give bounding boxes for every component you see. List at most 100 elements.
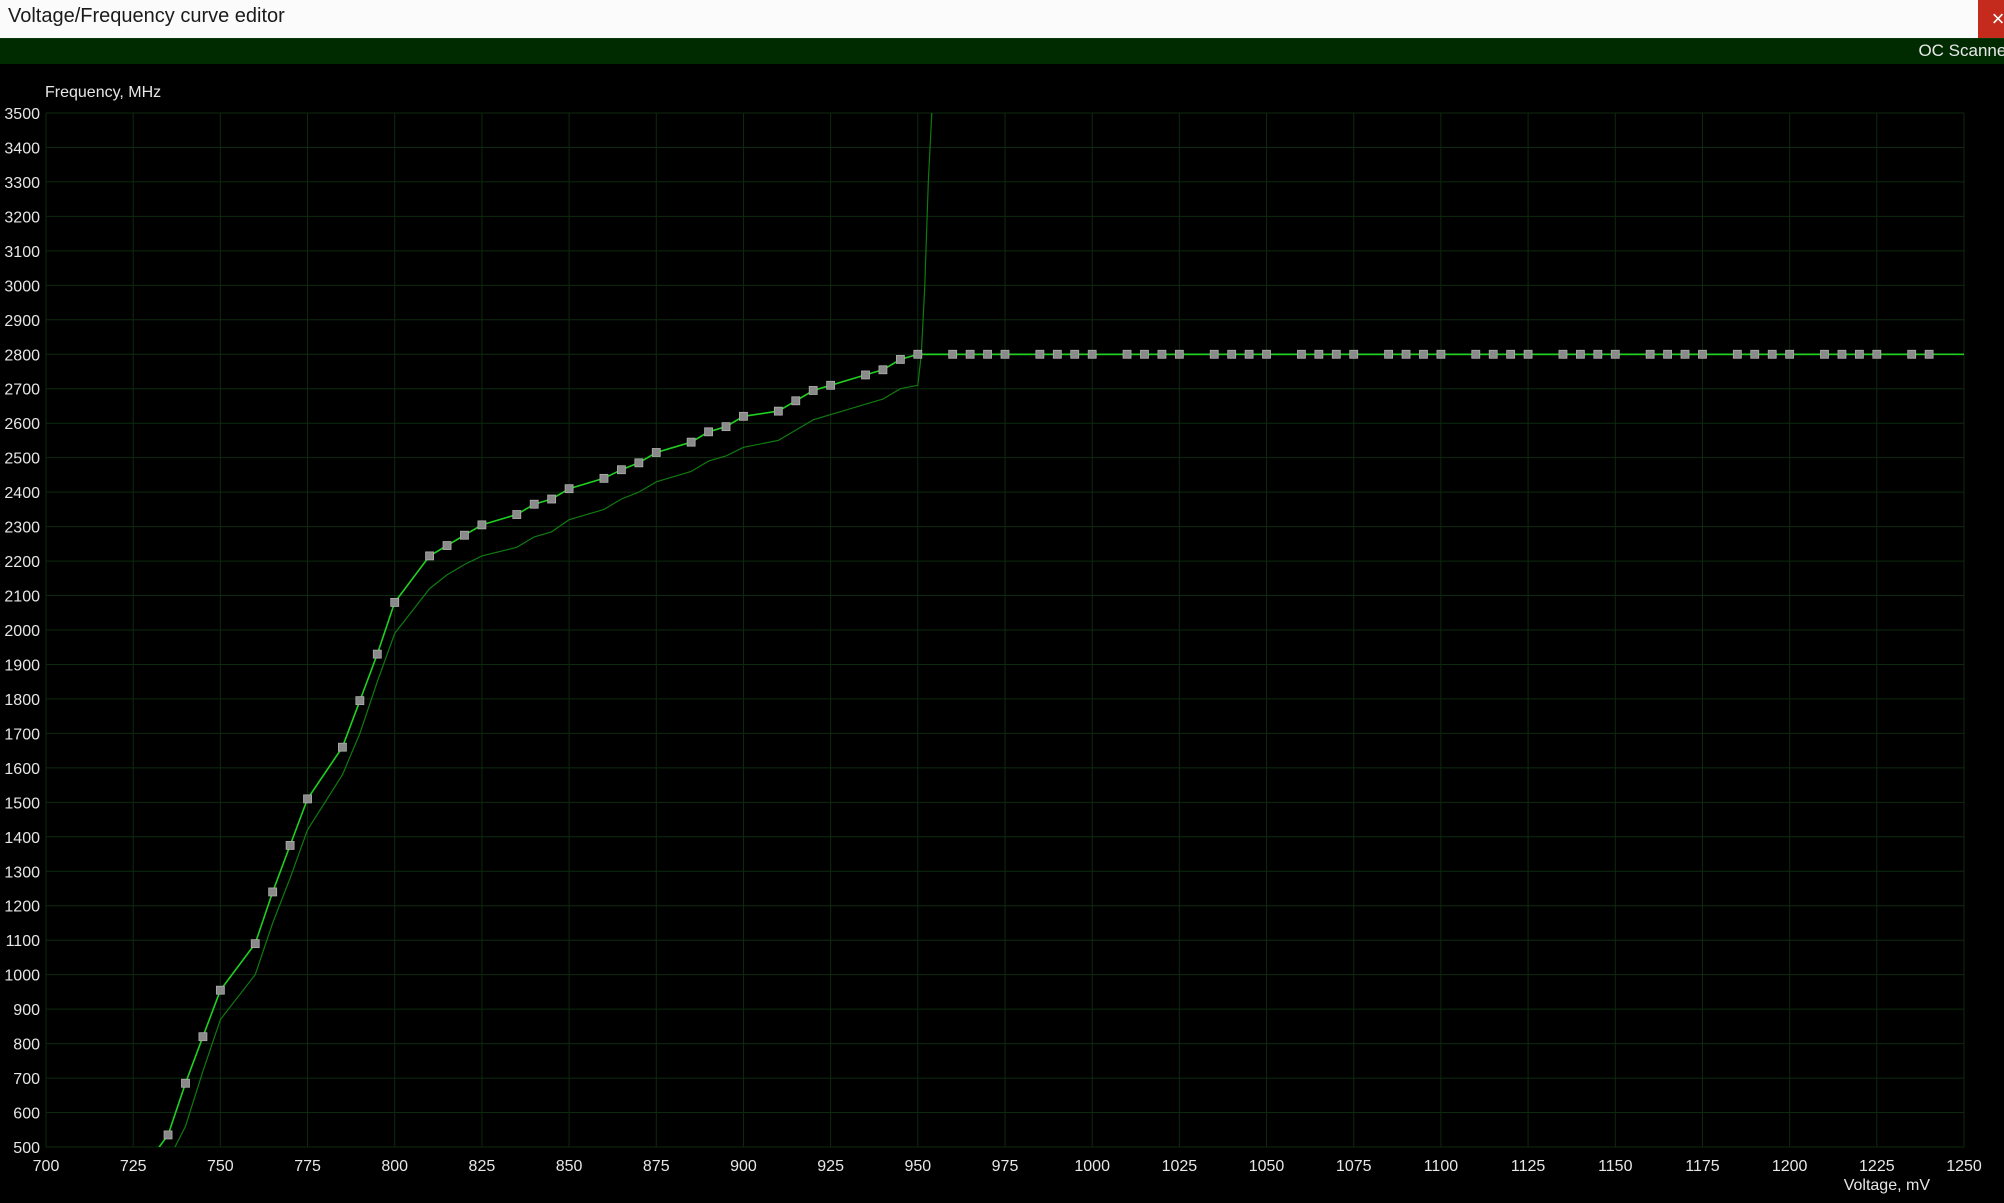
curve-point-handle[interactable] [1227,349,1237,359]
curve-point-handle[interactable] [1698,349,1707,359]
curve-point-handle[interactable] [1680,349,1690,359]
curve-point-handle[interactable] [1523,349,1533,359]
curve-point-handle[interactable] [983,349,992,359]
curve-point-handle[interactable] [425,551,435,561]
curve-point-handle[interactable] [285,841,295,850]
curve-point-handle[interactable] [704,427,713,437]
curve-point-handle[interactable] [268,887,278,897]
curve-point-handle[interactable] [1663,349,1672,359]
curve-point-handle[interactable] [181,1078,190,1088]
curve-point-handle[interactable] [529,499,539,509]
y-tick-label: 3300 [4,175,40,192]
y-tick-label: 1800 [4,692,40,709]
curve-point-handle[interactable] [163,1130,173,1140]
curve-point-handle[interactable] [721,422,731,432]
y-tick-label: 600 [13,1106,40,1123]
y-tick-label: 3500 [4,106,40,123]
curve-point-handle[interactable] [599,473,609,483]
curve-point-handle[interactable] [460,530,469,540]
curve-point-handle[interactable] [1506,349,1516,359]
curve-point-handle[interactable] [1122,349,1132,359]
close-button[interactable]: × [1978,0,2004,38]
curve-point-handle[interactable] [1000,349,1010,359]
y-tick-label: 1900 [4,657,40,674]
curve-point-handle[interactable] [1262,349,1271,359]
curve-point-handle[interactable] [547,494,557,504]
curve-point-handle[interactable] [442,541,452,550]
curve-point-handle[interactable] [1645,349,1655,359]
curve-point-handle[interactable] [1297,349,1306,359]
curve-point-handle[interactable] [1174,349,1184,359]
curve-point-handle[interactable] [773,406,783,416]
curve-point-handle[interactable] [1052,349,1062,359]
curve-point-handle[interactable] [355,696,365,706]
curve-point-handle[interactable] [1924,349,1934,359]
curve-point-handle[interactable] [1209,349,1219,359]
curve-point-handle[interactable] [878,365,888,375]
x-tick-label: 825 [469,1158,496,1175]
curve-point-handle[interactable] [791,396,801,406]
vf-curve-chart[interactable]: Frequency, MHz Voltage, mV 700 725 750 775 8… [0,64,2004,1203]
curve-point-handle[interactable] [739,411,748,421]
curve-point-handle[interactable] [198,1032,208,1042]
curve-point-handle[interactable] [1732,349,1742,359]
curve-point-handle[interactable] [861,370,870,380]
curve-point-handle[interactable] [651,448,661,457]
curve-point-handle[interactable] [1436,349,1446,359]
curve-point-handle[interactable] [965,349,975,359]
curve-point-handle[interactable] [1872,349,1882,359]
curve-point-handle[interactable] [1854,349,1864,359]
curve-point-handle[interactable] [1035,349,1045,359]
curve-point-handle[interactable] [1785,349,1795,359]
curve-point-handle[interactable] [372,649,382,659]
curve-point-handle[interactable] [634,458,644,468]
curve-point-handle[interactable] [1610,349,1620,359]
curve-point-handle[interactable] [1558,349,1568,359]
curve-point-handle[interactable] [1907,349,1917,359]
curve-point-handle[interactable] [1750,349,1760,359]
curve-point-handle[interactable] [1767,349,1777,359]
y-tick-label: 3100 [4,244,40,261]
curve-point-handle[interactable] [913,349,923,359]
x-tick-label: 800 [381,1158,408,1175]
curve-point-handle[interactable] [1593,349,1603,359]
curve-point-handle[interactable] [808,386,818,395]
curve-point-handle[interactable] [1349,349,1359,359]
x-tick-label: 925 [817,1158,844,1175]
curve-point-handle[interactable] [1837,349,1847,359]
x-tick-label: 875 [643,1158,670,1175]
curve-point-handle[interactable] [686,437,696,447]
curve-point-handle[interactable] [1576,349,1585,359]
curve-point-handle[interactable] [1820,349,1829,359]
oc-scanner-button[interactable]: OC Scanner [1918,41,2004,61]
curve-point-handle[interactable] [1087,349,1097,359]
curve-point-handle[interactable] [948,349,958,359]
y-tick-label: 2200 [4,554,40,571]
curve-point-handle[interactable] [303,794,312,804]
curve-point-handle[interactable] [895,355,905,364]
y-tick-label: 1100 [6,933,41,950]
x-tick-label: 975 [992,1158,1019,1175]
curve-point-handle[interactable] [477,520,487,530]
curve-point-handle[interactable] [1070,349,1080,359]
curve-point-handle[interactable] [512,510,522,519]
curve-point-handle[interactable] [1419,349,1428,359]
curve-point-handle[interactable] [215,985,225,995]
curve-point-handle[interactable] [1384,349,1393,359]
curve-point-handle[interactable] [1331,349,1341,359]
y-tick-label: 3000 [4,278,40,295]
curve-point-handle[interactable] [617,465,626,475]
curve-point-handle[interactable] [1140,349,1149,359]
curve-point-handle[interactable] [826,380,836,390]
curve-point-handle[interactable] [1488,349,1498,359]
curve-point-handle[interactable] [338,742,347,752]
curve-point-handle[interactable] [1314,349,1324,359]
curve-point-handle[interactable] [1157,349,1167,359]
curve-point-handle[interactable] [390,598,400,607]
x-tick-label: 1100 [1424,1158,1459,1175]
curve-point-handle[interactable] [564,484,574,494]
curve-point-handle[interactable] [1244,349,1254,359]
curve-point-handle[interactable] [1401,349,1411,359]
curve-point-handle[interactable] [1471,349,1481,359]
curve-point-handle[interactable] [250,939,260,949]
